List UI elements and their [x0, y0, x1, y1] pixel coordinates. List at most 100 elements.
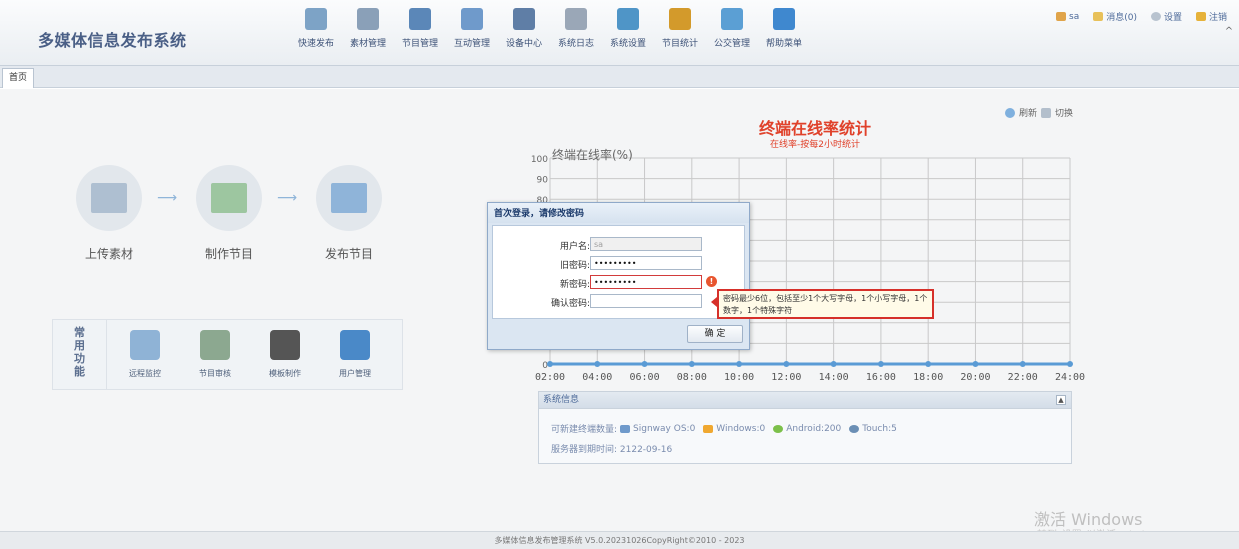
- bus-icon: [721, 8, 743, 30]
- publish-program-icon: [331, 183, 367, 213]
- logout-link[interactable]: 注销: [1195, 10, 1227, 23]
- common-functions-title-text: 常用功能: [74, 326, 85, 378]
- system-info-title: 系统信息: [543, 395, 580, 405]
- refresh-link[interactable]: 刷新: [1019, 106, 1037, 119]
- data-point: [688, 361, 695, 367]
- tab-home[interactable]: 首页: [2, 68, 34, 88]
- help-icon: [773, 8, 795, 30]
- toolbar-log[interactable]: 系统日志: [550, 6, 602, 49]
- toolbar-quick-publish[interactable]: 快速发布: [290, 6, 342, 49]
- x-tick-label: 16:00: [866, 372, 896, 383]
- toolbar-settings[interactable]: 系统设置: [602, 6, 654, 49]
- common-functions-panel: 常用功能 远程监控 节目审核 模板制作 用户管理: [52, 319, 403, 390]
- x-tick-label: 24:00: [1055, 372, 1085, 383]
- confirm-password-label: 确认密码:: [550, 299, 590, 309]
- toolbar-device[interactable]: 设备中心: [498, 6, 550, 49]
- data-point: [641, 361, 648, 367]
- change-password-dialog: 首次登录，请修改密码 用户名: 旧密码: 新密码: ! 确认密码: 确 定: [487, 202, 750, 350]
- shortcut-program-review[interactable]: 节目审核: [185, 330, 245, 379]
- refresh-icon: [1005, 107, 1015, 118]
- toolbar-program[interactable]: 节目管理: [394, 6, 446, 49]
- shortcut-remote-monitor[interactable]: 远程监控: [115, 330, 175, 379]
- toolbar-help[interactable]: 帮助菜单: [758, 6, 810, 49]
- x-tick-label: 02:00: [535, 372, 565, 383]
- top-right-menu: sa 消息(0) 设置 注销: [1056, 10, 1227, 23]
- tab-bar: 首页: [0, 66, 1239, 88]
- switch-link[interactable]: 切换: [1055, 106, 1073, 119]
- toolbar-interactive[interactable]: 互动管理: [446, 6, 498, 49]
- toolbar-material[interactable]: 素材管理: [342, 6, 394, 49]
- messages-link[interactable]: 消息(0): [1093, 10, 1137, 23]
- make-program-icon: [211, 183, 247, 213]
- material-icon: [357, 8, 379, 30]
- server-expiry: 服务器到期时间: 2122-09-16: [551, 445, 673, 455]
- flow-upload[interactable]: 上传素材: [68, 165, 150, 262]
- shortcut-user-management[interactable]: 用户管理: [325, 330, 385, 379]
- y-tick-label: 90: [537, 176, 549, 186]
- new-password-field[interactable]: [590, 275, 702, 289]
- toolbar-stats[interactable]: 节目统计: [654, 6, 706, 49]
- data-point: [830, 361, 837, 367]
- data-point: [925, 361, 932, 367]
- common-functions-title: 常用功能: [53, 320, 107, 389]
- settings-icon: [617, 8, 639, 30]
- collapse-panel-button[interactable]: ▲: [1056, 395, 1066, 405]
- x-tick-label: 06:00: [629, 372, 659, 383]
- data-point: [783, 361, 790, 367]
- y-tick-label: 0: [542, 361, 548, 371]
- workflow: 上传素材 ⟶ 制作节目 ⟶ 发布节目: [68, 165, 408, 265]
- main-toolbar: 快速发布 素材管理 节目管理 互动管理 设备中心 系统日志 系统设置 节目统计 …: [290, 6, 810, 49]
- x-tick-label: 08:00: [677, 372, 707, 383]
- x-tick-label: 10:00: [724, 372, 754, 383]
- x-tick-label: 20:00: [960, 372, 990, 383]
- windows-icon: [703, 424, 714, 433]
- tooltip-arrow: [711, 297, 717, 307]
- chart-controls: 刷新 切换: [1005, 106, 1073, 119]
- key-icon: [1195, 12, 1206, 21]
- new-password-label: 新密码:: [559, 280, 590, 290]
- review-icon: [200, 330, 230, 360]
- app-header: 多媒体信息发布系统 快速发布 素材管理 节目管理 互动管理 设备中心 系统日志 …: [0, 0, 1239, 66]
- data-point: [877, 361, 884, 367]
- username-label: 用户名:: [559, 242, 590, 252]
- touch-icon: [849, 424, 860, 433]
- terminal-count-row: 可新建终端数量: Signway OS:0 Windows:0 Android:…: [551, 423, 897, 436]
- confirm-button[interactable]: 确 定: [687, 325, 743, 343]
- film-reel-icon: [270, 330, 300, 360]
- user-link[interactable]: sa: [1056, 10, 1079, 23]
- x-tick-label: 04:00: [582, 372, 612, 383]
- old-password-field[interactable]: [590, 256, 702, 270]
- data-point: [547, 361, 553, 367]
- arrow-right-icon: ⟶: [156, 190, 178, 206]
- switch-icon: [1041, 107, 1052, 118]
- shortcut-template[interactable]: 模板制作: [255, 330, 315, 379]
- x-tick-label: 14:00: [819, 372, 849, 383]
- program-icon: [409, 8, 431, 30]
- data-point: [972, 361, 979, 367]
- x-tick-label: 22:00: [1008, 372, 1038, 383]
- dialog-title: 首次登录，请修改密码: [488, 203, 749, 223]
- toolbar-bus[interactable]: 公交管理: [706, 6, 758, 49]
- old-password-label: 旧密码:: [559, 261, 590, 271]
- mail-icon: [1093, 12, 1104, 21]
- password-rule-tooltip: 密码最少6位，包括至少1个大写字母，1个小写字母，1个数字，1个特殊字符: [711, 289, 934, 319]
- data-point: [1067, 361, 1073, 367]
- device-icon: [513, 8, 535, 30]
- signway-icon: [620, 424, 631, 433]
- user-icon: [340, 330, 370, 360]
- collapse-header-button[interactable]: ^: [1223, 26, 1235, 38]
- monitor-icon: [130, 330, 160, 360]
- x-tick-label: 18:00: [913, 372, 943, 383]
- flow-make-program[interactable]: 制作节目: [188, 165, 270, 262]
- system-info-panel: 系统信息 ▲ 可新建终端数量: Signway OS:0 Windows:0 A…: [538, 391, 1072, 464]
- x-tick-label: 12:00: [771, 372, 801, 383]
- user-icon: [1056, 12, 1066, 21]
- data-point: [1019, 361, 1026, 367]
- confirm-password-field[interactable]: [590, 294, 702, 308]
- username-field[interactable]: [590, 237, 702, 251]
- settings-link[interactable]: 设置: [1150, 10, 1182, 23]
- data-point: [594, 361, 601, 367]
- stats-icon: [669, 8, 691, 30]
- upload-material-icon: [91, 183, 127, 213]
- flow-publish-program[interactable]: 发布节目: [308, 165, 390, 262]
